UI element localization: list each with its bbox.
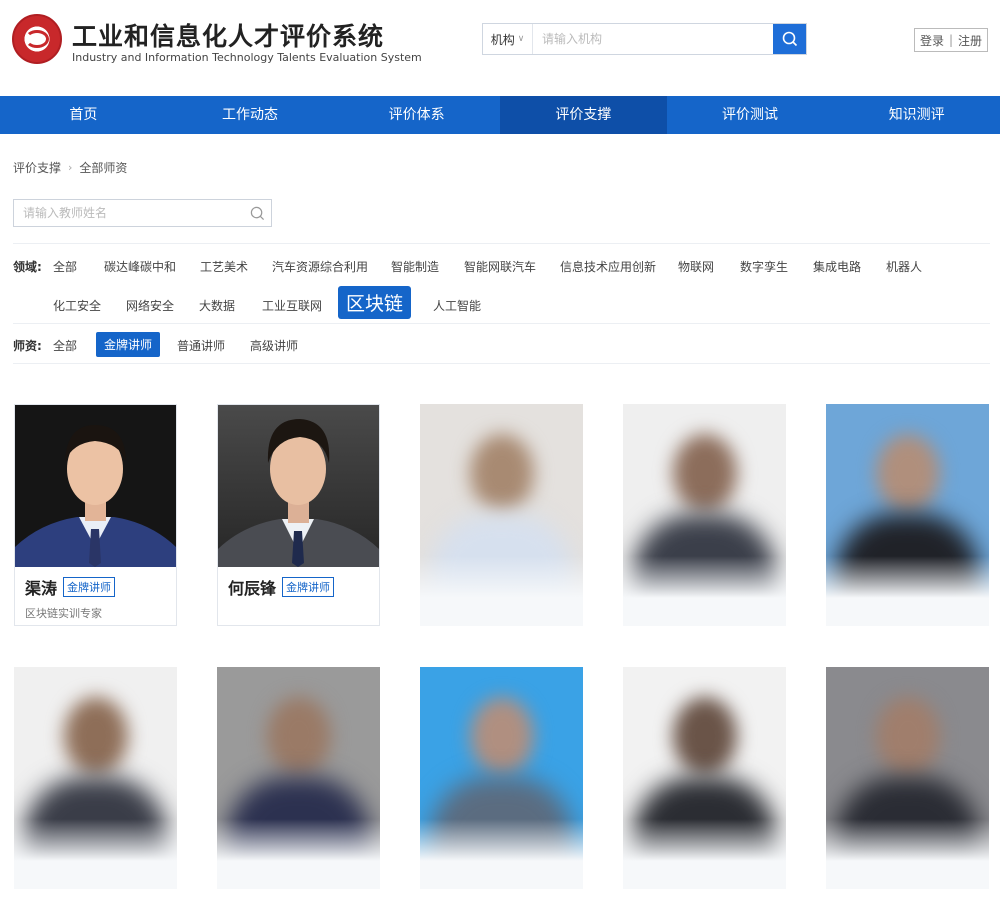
site-title: 工业和信息化人才评价系统 (72, 22, 385, 51)
nav-knowledge[interactable]: 知识测评 (833, 96, 1000, 134)
field-chip[interactable]: 机器人 (886, 258, 922, 275)
field-chip-active[interactable]: 区块链 (338, 286, 412, 319)
teacher-card[interactable]: 何辰锋 金牌讲师 (217, 404, 380, 626)
level-chip[interactable]: 全部 (53, 337, 77, 354)
site-header: 工业和信息化人才评价系统 Industry and Information Te… (0, 0, 1000, 96)
nav-news[interactable]: 工作动态 (167, 96, 334, 134)
search-icon (782, 31, 797, 47)
field-chip[interactable]: 大数据 (199, 297, 235, 314)
teacher-photo-blurred[interactable] (623, 404, 786, 626)
breadcrumb-arrow-icon: › (68, 161, 73, 174)
auth-links: 登录 | 注册 (914, 28, 988, 52)
field-chip[interactable]: 人工智能 (433, 297, 481, 314)
field-chip[interactable]: 信息技术应用创新 (560, 258, 656, 275)
auth-separator: | (948, 33, 954, 47)
divider (13, 243, 990, 244)
chevron-down-icon: ∨ (517, 34, 525, 44)
teacher-name: 何辰锋 (228, 579, 277, 598)
field-chip[interactable]: 智能网联汽车 (464, 258, 536, 275)
main-nav: 首页 工作动态 评价体系 评价支撑 评价测试 知识测评 (0, 96, 1000, 134)
field-chip[interactable]: 网络安全 (126, 297, 174, 314)
teacher-photo-blurred[interactable] (420, 667, 583, 889)
field-chip[interactable]: 数字孪生 (740, 258, 788, 275)
field-label: 领域: (13, 260, 42, 274)
login-link[interactable]: 登录 (920, 32, 944, 49)
field-chip[interactable]: 物联网 (678, 258, 714, 275)
search-type-select[interactable]: 机构 ∨ (483, 24, 533, 54)
breadcrumb-current: 全部师资 (79, 161, 128, 175)
field-chip[interactable]: 全部 (53, 258, 77, 275)
org-search-box: 机构 ∨ (482, 23, 807, 55)
field-chip[interactable]: 碳达峰碳中和 (104, 258, 176, 275)
teacher-photo-blurred[interactable] (826, 667, 989, 889)
breadcrumb: 评价支撑 › 全部师资 (13, 159, 127, 176)
divider (13, 363, 990, 364)
search-icon[interactable] (243, 206, 271, 221)
field-chip[interactable]: 汽车资源综合利用 (272, 258, 368, 275)
search-button[interactable] (773, 24, 806, 54)
teacher-search-box (13, 199, 272, 227)
teacher-photo-blurred[interactable] (217, 667, 380, 889)
teacher-card[interactable]: 渠涛 金牌讲师 区块链实训专家 (14, 404, 177, 626)
level-chip-active[interactable]: 金牌讲师 (96, 332, 161, 357)
nav-system[interactable]: 评价体系 (333, 96, 500, 134)
teacher-desc: 区块链实训专家 (25, 607, 102, 620)
site-subtitle: Industry and Information Technology Tale… (72, 51, 422, 64)
nav-support[interactable]: 评价支撑 (500, 96, 667, 134)
breadcrumb-parent[interactable]: 评价支撑 (13, 159, 61, 176)
nav-test[interactable]: 评价测试 (667, 96, 834, 134)
level-label: 师资: (13, 339, 42, 353)
teacher-badge: 金牌讲师 (63, 577, 116, 597)
site-logo[interactable] (12, 14, 62, 64)
teacher-search-input[interactable] (14, 200, 243, 226)
teacher-photo-blurred[interactable] (623, 667, 786, 889)
teacher-photo (218, 405, 379, 567)
org-search-input[interactable] (533, 24, 773, 54)
divider (13, 323, 990, 324)
level-chip[interactable]: 普通讲师 (177, 337, 225, 354)
field-chip[interactable]: 智能制造 (391, 258, 439, 275)
teacher-badge: 金牌讲师 (282, 577, 335, 597)
teacher-name: 渠涛 (25, 579, 58, 598)
level-chip[interactable]: 高级讲师 (250, 337, 298, 354)
nav-home[interactable]: 首页 (0, 96, 167, 134)
field-chip[interactable]: 集成电路 (813, 258, 861, 275)
teacher-photo (15, 405, 176, 567)
field-chip[interactable]: 工艺美术 (200, 258, 248, 275)
teacher-photo-blurred[interactable] (420, 404, 583, 626)
teacher-photo-blurred[interactable] (14, 667, 177, 889)
register-link[interactable]: 注册 (958, 32, 982, 49)
teacher-photo-blurred[interactable] (826, 404, 989, 626)
field-chip[interactable]: 工业互联网 (262, 297, 322, 314)
field-chip[interactable]: 化工安全 (53, 297, 101, 314)
